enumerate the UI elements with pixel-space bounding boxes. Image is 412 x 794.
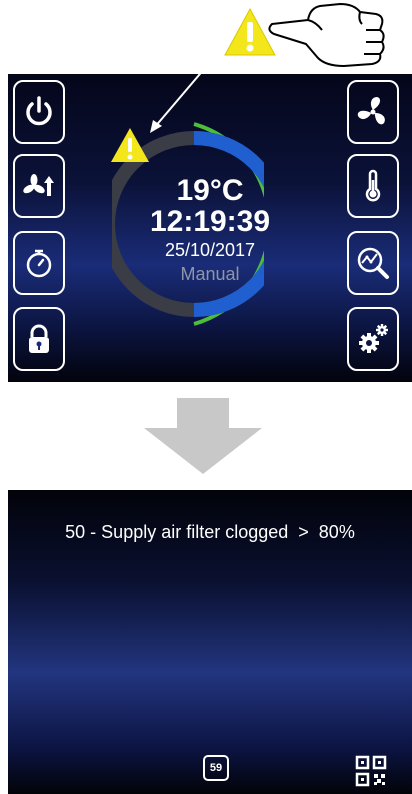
- alarm-message: 50 - Supply air filter clogged > 80%: [65, 522, 355, 542]
- qr-code-icon[interactable]: [355, 755, 387, 787]
- chart-search-icon: [357, 247, 389, 279]
- statistics-button[interactable]: [347, 231, 399, 295]
- down-arrow-icon: [144, 398, 262, 474]
- lock-icon: [29, 324, 49, 353]
- settings-gears-icon: [359, 324, 388, 353]
- fan-button[interactable]: [347, 80, 399, 144]
- lock-button[interactable]: [13, 307, 65, 371]
- power-icon: [26, 96, 52, 126]
- settings-button[interactable]: [347, 307, 399, 371]
- alarm-count-badge[interactable]: 59: [203, 755, 229, 781]
- fan-icon: [357, 97, 385, 125]
- fan-boost-icon: [23, 174, 54, 196]
- fan-boost-button[interactable]: [13, 154, 65, 218]
- thermometer-icon: [365, 169, 381, 202]
- timer-button[interactable]: [13, 231, 65, 295]
- temperature-button[interactable]: [347, 154, 399, 218]
- alarm-screen: 50 - Supply air filter clogged > 80% 59: [8, 490, 412, 794]
- pointer-line: [150, 47, 223, 133]
- power-button[interactable]: [13, 80, 65, 144]
- timer-icon: [26, 249, 52, 278]
- pointing-hand-icon: [268, 3, 385, 67]
